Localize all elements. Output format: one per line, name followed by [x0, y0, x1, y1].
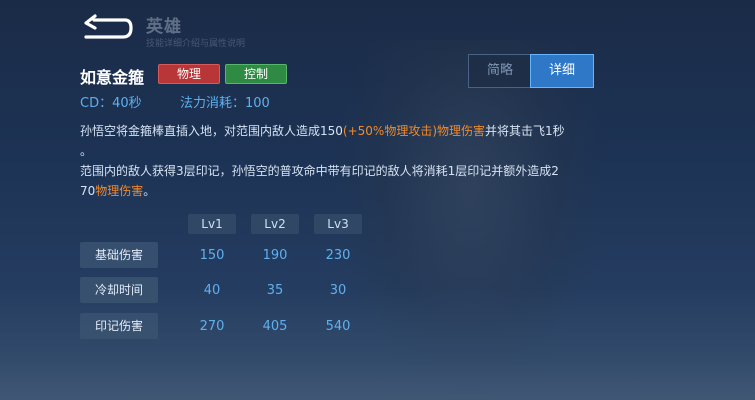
level-header-3: Lv3 — [314, 214, 362, 234]
row-label-mark-damage: 印记伤害 — [80, 313, 158, 339]
background-mountains — [0, 290, 755, 400]
detail-toggle-button[interactable]: 详细 — [530, 54, 594, 88]
level-header-2: Lv2 — [251, 214, 299, 234]
desc-highlight: 物理伤害 — [95, 184, 144, 198]
table-cell: 35 — [266, 283, 284, 298]
desc-text: 孙悟空将金箍棒直插入地，对范围内敌人造成150 — [80, 124, 343, 138]
hero-background-art — [330, 40, 610, 400]
back-arrow-icon — [84, 14, 133, 39]
table-cell: 150 — [199, 248, 225, 263]
table-cell: 30 — [329, 283, 347, 298]
table-cell: 405 — [262, 319, 288, 334]
desc-text: 。 — [143, 184, 156, 198]
header-subtitle: 技能详细介绍与属性说明 — [146, 39, 246, 49]
mana-cost-stat: 法力消耗：100 — [180, 96, 270, 111]
skill-name: 如意金箍 — [80, 68, 145, 87]
desc-text: 70 — [80, 184, 96, 198]
row-label-cooldown: 冷却时间 — [80, 277, 158, 303]
desc-text: 。 — [80, 144, 93, 158]
back-button[interactable] — [78, 14, 134, 44]
cooldown-stat: CD：40秒 — [80, 96, 142, 111]
description-paragraph-2: 范围内的敌人获得3层印记，孙悟空的普攻命中带有印记的敌人将消耗1层印记并额外造成… — [80, 161, 640, 201]
desc-text: 并将其击飞1秒 — [485, 124, 565, 138]
tag-physical: 物理 — [158, 64, 220, 84]
table-cell: 40 — [203, 283, 221, 298]
table-cell: 540 — [325, 319, 351, 334]
table-cell: 190 — [262, 248, 288, 263]
desc-text: 范围内的敌人获得3层印记，孙悟空的普攻命中带有印记的敌人将消耗1层印记并额外造成… — [80, 164, 559, 178]
header-title: 英雄 — [146, 17, 182, 37]
row-label-base-damage: 基础伤害 — [80, 242, 158, 268]
brief-toggle-button[interactable]: 简略 — [468, 54, 532, 88]
table-cell: 270 — [199, 319, 225, 334]
desc-highlight: (+50%物理攻击)物理伤害 — [342, 124, 485, 138]
table-cell: 230 — [325, 248, 351, 263]
description-paragraph-1: 孙悟空将金箍棒直插入地，对范围内敌人造成150(+50%物理攻击)物理伤害并将其… — [80, 121, 640, 161]
level-header-1: Lv1 — [188, 214, 236, 234]
tag-control: 控制 — [225, 64, 287, 84]
